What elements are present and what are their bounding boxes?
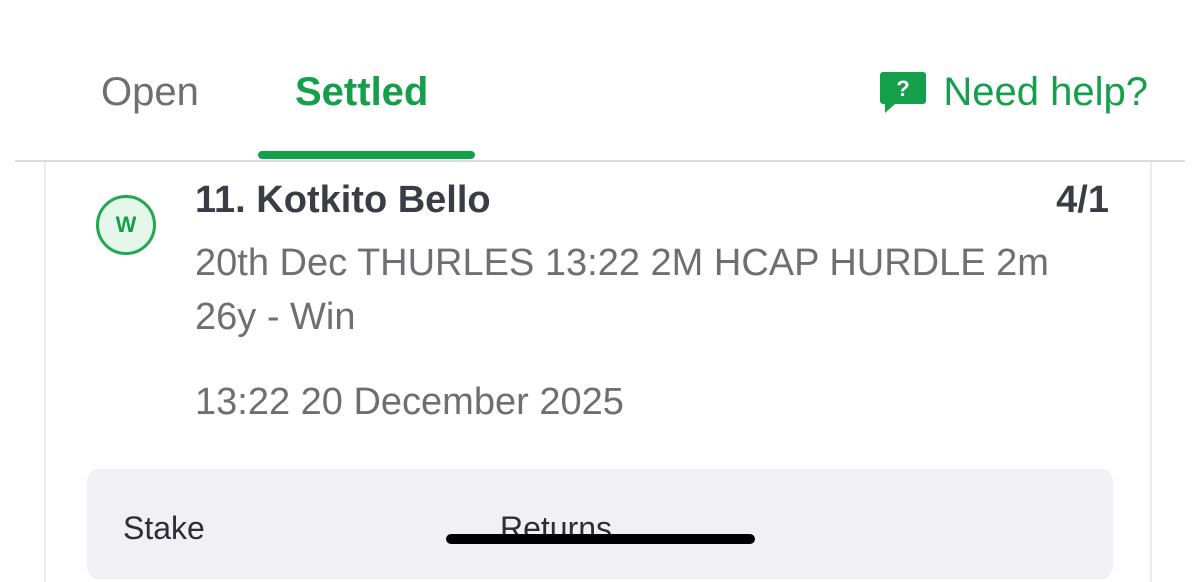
- bets-tab-bar: Open Settled ? Need help?: [0, 0, 1200, 160]
- tab-settled[interactable]: Settled: [295, 68, 428, 116]
- win-result-badge: W: [96, 195, 156, 255]
- tab-open[interactable]: Open: [101, 68, 199, 116]
- event-datetime: 13:22 20 December 2025: [195, 381, 624, 423]
- home-indicator[interactable]: [446, 534, 755, 544]
- need-help-label: Need help?: [943, 70, 1148, 114]
- bet-odds: 4/1: [1056, 179, 1109, 221]
- market-description: 20th Dec THURLES 13:22 2M HCAP HURDLE 2m…: [195, 242, 1049, 338]
- need-help-link[interactable]: ? Need help?: [879, 68, 1148, 116]
- active-tab-indicator: [258, 151, 475, 159]
- help-chat-bubble-icon: ?: [880, 72, 927, 113]
- selection-name: 11. Kotkito Bello: [195, 179, 491, 221]
- help-icon-glyph: ?: [897, 76, 910, 101]
- stake-label: Stake: [123, 510, 205, 546]
